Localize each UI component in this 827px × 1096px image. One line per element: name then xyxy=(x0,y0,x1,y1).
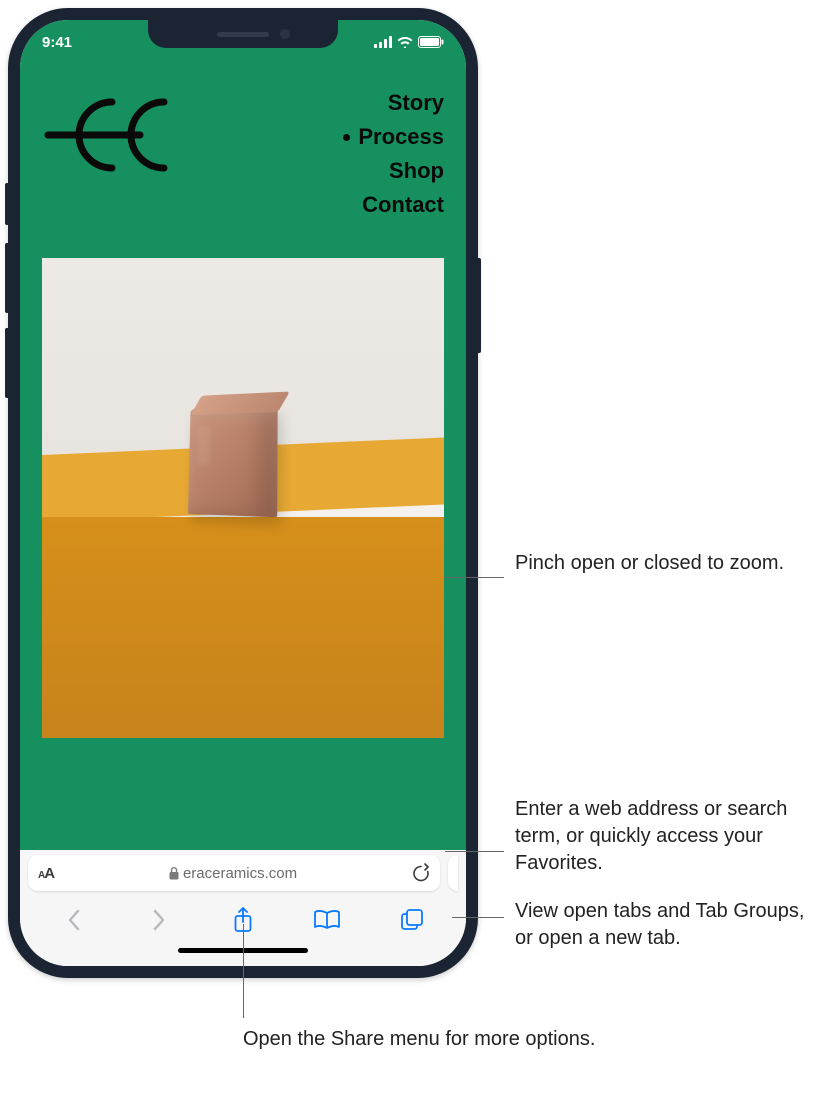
callout-line xyxy=(445,851,504,852)
callout-line xyxy=(444,577,504,578)
active-dot-icon xyxy=(343,134,350,141)
callout-line xyxy=(243,924,244,1018)
wifi-icon xyxy=(397,36,413,48)
callout-zoom: Pinch open or closed to zoom. xyxy=(515,550,784,577)
iphone-frame: 9:41 Story Process Shop xyxy=(8,8,478,978)
lock-icon xyxy=(169,867,179,880)
aa-icon[interactable]: AA xyxy=(38,865,54,882)
address-domain: eraceramics.com xyxy=(183,865,297,882)
notch xyxy=(148,20,338,48)
forward-button[interactable] xyxy=(137,898,181,942)
tabs-button[interactable] xyxy=(390,898,434,942)
address-bar[interactable]: AA eraceramics.com xyxy=(28,855,440,891)
callout-address: Enter a web address or search term, or q… xyxy=(515,796,827,877)
next-tab-peek[interactable] xyxy=(448,855,458,891)
callout-share: Open the Share menu for more options. xyxy=(243,1026,595,1053)
webpage-content[interactable]: Story Process Shop Contact xyxy=(20,64,466,850)
chevron-left-icon xyxy=(67,909,81,931)
nav-label: Process xyxy=(358,124,444,150)
signal-icon xyxy=(374,36,392,48)
callout-tabs: View open tabs and Tab Groups, or open a… xyxy=(515,898,827,952)
callout-line xyxy=(452,917,504,918)
battery-icon xyxy=(418,36,444,48)
address-bar-row: AA eraceramics.com xyxy=(20,850,466,896)
nav-label: Shop xyxy=(389,158,444,184)
reload-icon[interactable] xyxy=(412,863,430,883)
nav-item-process[interactable]: Process xyxy=(343,124,444,150)
nav-item-contact[interactable]: Contact xyxy=(362,192,444,218)
tabs-icon xyxy=(400,908,424,932)
back-button[interactable] xyxy=(52,898,96,942)
chevron-right-icon xyxy=(152,909,166,931)
nav-item-story[interactable]: Story xyxy=(388,90,444,116)
book-icon xyxy=(313,909,341,931)
nav-item-shop[interactable]: Shop xyxy=(389,158,444,184)
nav-label: Story xyxy=(388,90,444,116)
status-time: 9:41 xyxy=(42,34,72,51)
screen: 9:41 Story Process Shop xyxy=(20,20,466,966)
nav-label: Contact xyxy=(362,192,444,218)
site-logo[interactable] xyxy=(42,90,192,180)
bookmarks-button[interactable] xyxy=(305,898,349,942)
site-nav: Story Process Shop Contact xyxy=(343,90,444,218)
hero-image[interactable] xyxy=(42,258,444,738)
